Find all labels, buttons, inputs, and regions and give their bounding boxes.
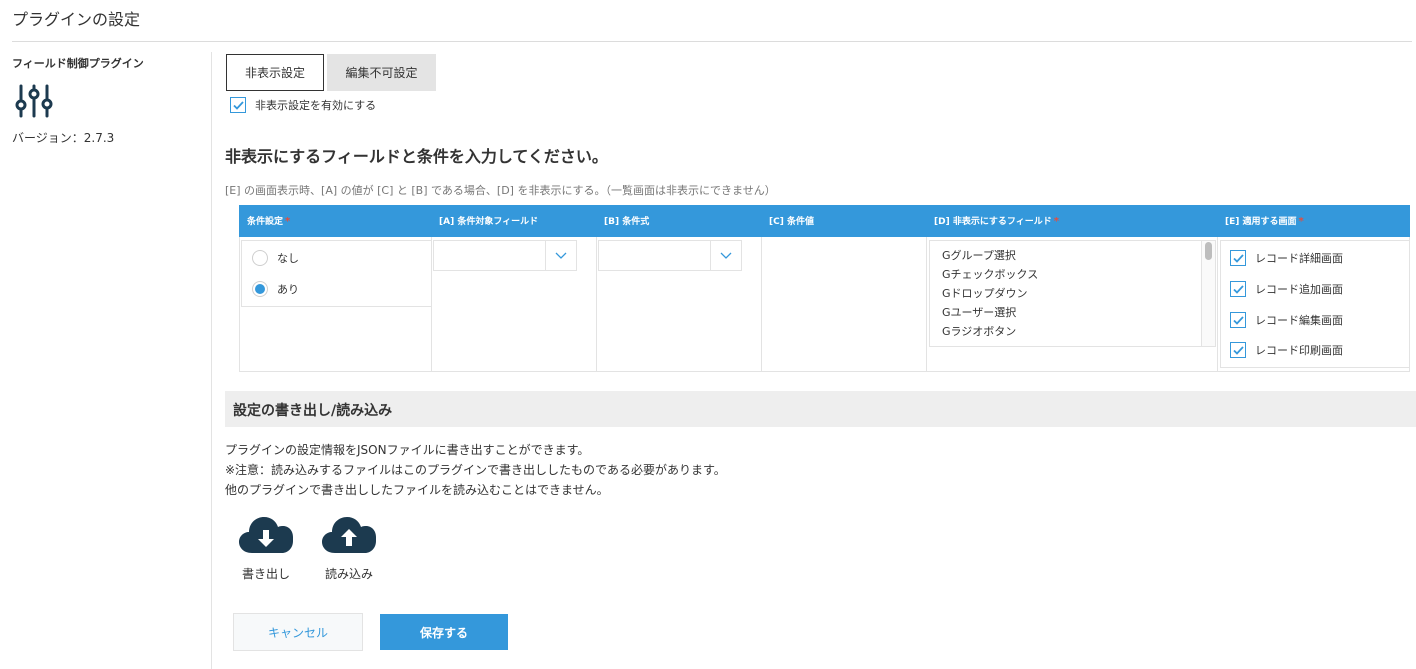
screen-checkbox[interactable] — [1230, 281, 1246, 297]
condition-option-exists[interactable]: あり — [252, 281, 299, 297]
list-item[interactable]: Gグループ選択 — [942, 247, 1016, 263]
check-icon — [1232, 284, 1244, 294]
condition-option-none[interactable]: なし — [252, 250, 299, 266]
title-divider — [12, 41, 1412, 42]
column-separator — [596, 237, 597, 372]
cloud-download-icon — [239, 517, 293, 553]
enable-hide-setting[interactable]: 非表示設定を有効にする — [230, 97, 376, 113]
header-condition: 条件設定 * — [247, 216, 291, 227]
column-separator — [926, 237, 927, 372]
radio-exists[interactable] — [252, 281, 268, 297]
condition-radio-group: なし あり — [241, 240, 432, 307]
tab-readonly-settings[interactable]: 編集不可設定 — [327, 54, 436, 91]
check-icon — [232, 100, 244, 110]
header-operator: [B] 条件式 — [604, 217, 650, 227]
import-button[interactable]: 読み込み — [319, 515, 379, 582]
save-button[interactable]: 保存する — [380, 614, 508, 650]
cancel-button[interactable]: キャンセル — [233, 613, 363, 651]
scrollbar-thumb[interactable] — [1205, 242, 1212, 260]
column-separator — [761, 237, 762, 372]
screen-checkbox[interactable] — [1230, 342, 1246, 358]
header-target-field: [A] 条件対象フィールド — [439, 217, 539, 227]
header-value: [C] 条件値 — [769, 217, 814, 227]
export-desc-line: プラグインの設定情報をJSONファイルに書き出すことができます。 — [225, 443, 590, 457]
radio-none[interactable] — [252, 250, 268, 266]
screen-option-detail[interactable]: レコード詳細画面 — [1230, 250, 1343, 266]
enable-checkbox[interactable] — [230, 97, 246, 113]
header-screens: [E] 適用する画面 * — [1225, 216, 1304, 227]
page-title: プラグインの設定 — [12, 10, 141, 29]
table-row: なし あり Gグループ選択 Gチェックボックス Gドロップダウン Gユーザー選択… — [239, 237, 1410, 372]
export-section-heading: 設定の書き出し/読み込み — [225, 391, 1416, 427]
plugin-name: フィールド制御プラグイン — [12, 57, 144, 70]
screen-option-print[interactable]: レコード印刷画面 — [1230, 342, 1343, 358]
target-field-select[interactable] — [433, 240, 577, 271]
screen-checkbox[interactable] — [1230, 312, 1246, 328]
screen-checkbox[interactable] — [1230, 250, 1246, 266]
check-icon — [1232, 315, 1244, 325]
import-label: 読み込み — [324, 567, 373, 581]
check-icon — [1232, 345, 1244, 355]
screen-label: レコード追加画面 — [1255, 283, 1343, 296]
export-label: 書き出し — [241, 567, 290, 581]
list-item[interactable]: Gドロップダウン — [942, 285, 1028, 301]
radio-label-none: なし — [277, 252, 299, 265]
operator-select[interactable] — [598, 240, 742, 271]
column-separator — [1217, 237, 1218, 372]
screen-checkbox-group: レコード詳細画面 レコード追加画面 レコード編集画面 レコード印刷画面 — [1220, 240, 1410, 368]
export-desc-line: ※注意：読み込みするファイルはこのプラグインで書き出ししたものである必要がありま… — [225, 463, 726, 477]
chevron-down-icon[interactable] — [710, 241, 741, 270]
screen-label: レコード印刷画面 — [1255, 344, 1343, 357]
export-button[interactable]: 書き出し — [236, 515, 296, 582]
screen-option-add[interactable]: レコード追加画面 — [1230, 281, 1343, 297]
screen-option-edit[interactable]: レコード編集画面 — [1230, 312, 1343, 328]
plugin-version: バージョン：2.7.3 — [12, 131, 115, 145]
export-desc-line: 他のプラグインで書き出ししたファイルを読み込むことはできません。 — [225, 483, 609, 497]
list-item[interactable]: Gラジオボタン — [942, 323, 1016, 339]
enable-label: 非表示設定を有効にする — [255, 99, 377, 112]
table-header: 条件設定 * [A] 条件対象フィールド [B] 条件式 [C] 条件値 [D] … — [239, 205, 1410, 237]
screen-label: レコード編集画面 — [1255, 314, 1343, 327]
list-item[interactable]: Gユーザー選択 — [942, 304, 1016, 320]
screen-label: レコード詳細画面 — [1255, 252, 1343, 265]
section-heading: 非表示にするフィールドと条件を入力してください。 — [225, 147, 608, 166]
radio-label-exists: あり — [277, 283, 299, 296]
condition-table: 条件設定 * [A] 条件対象フィールド [B] 条件式 [C] 条件値 [D] … — [239, 205, 1410, 372]
header-hide-field: [D] 非表示にするフィールド * — [934, 216, 1059, 227]
sliders-icon — [15, 84, 53, 118]
cloud-upload-icon — [322, 517, 376, 553]
sidebar-divider — [211, 52, 212, 669]
condition-note: [E] の画面表示時、[A] の値が [C] と [B] である場合、[D] を… — [225, 184, 776, 197]
hide-field-listbox[interactable]: Gグループ選択 Gチェックボックス Gドロップダウン Gユーザー選択 Gラジオボ… — [929, 240, 1216, 347]
check-icon — [1232, 253, 1244, 263]
export-description: プラグインの設定情報をJSONファイルに書き出すことができます。 ※注意：読み込… — [225, 440, 726, 500]
chevron-down-icon[interactable] — [545, 241, 576, 270]
listbox-scrollbar[interactable] — [1201, 241, 1215, 346]
tab-hide-settings[interactable]: 非表示設定 — [226, 54, 324, 91]
list-item[interactable]: Gチェックボックス — [942, 266, 1038, 282]
radio-selected-dot — [255, 284, 265, 294]
